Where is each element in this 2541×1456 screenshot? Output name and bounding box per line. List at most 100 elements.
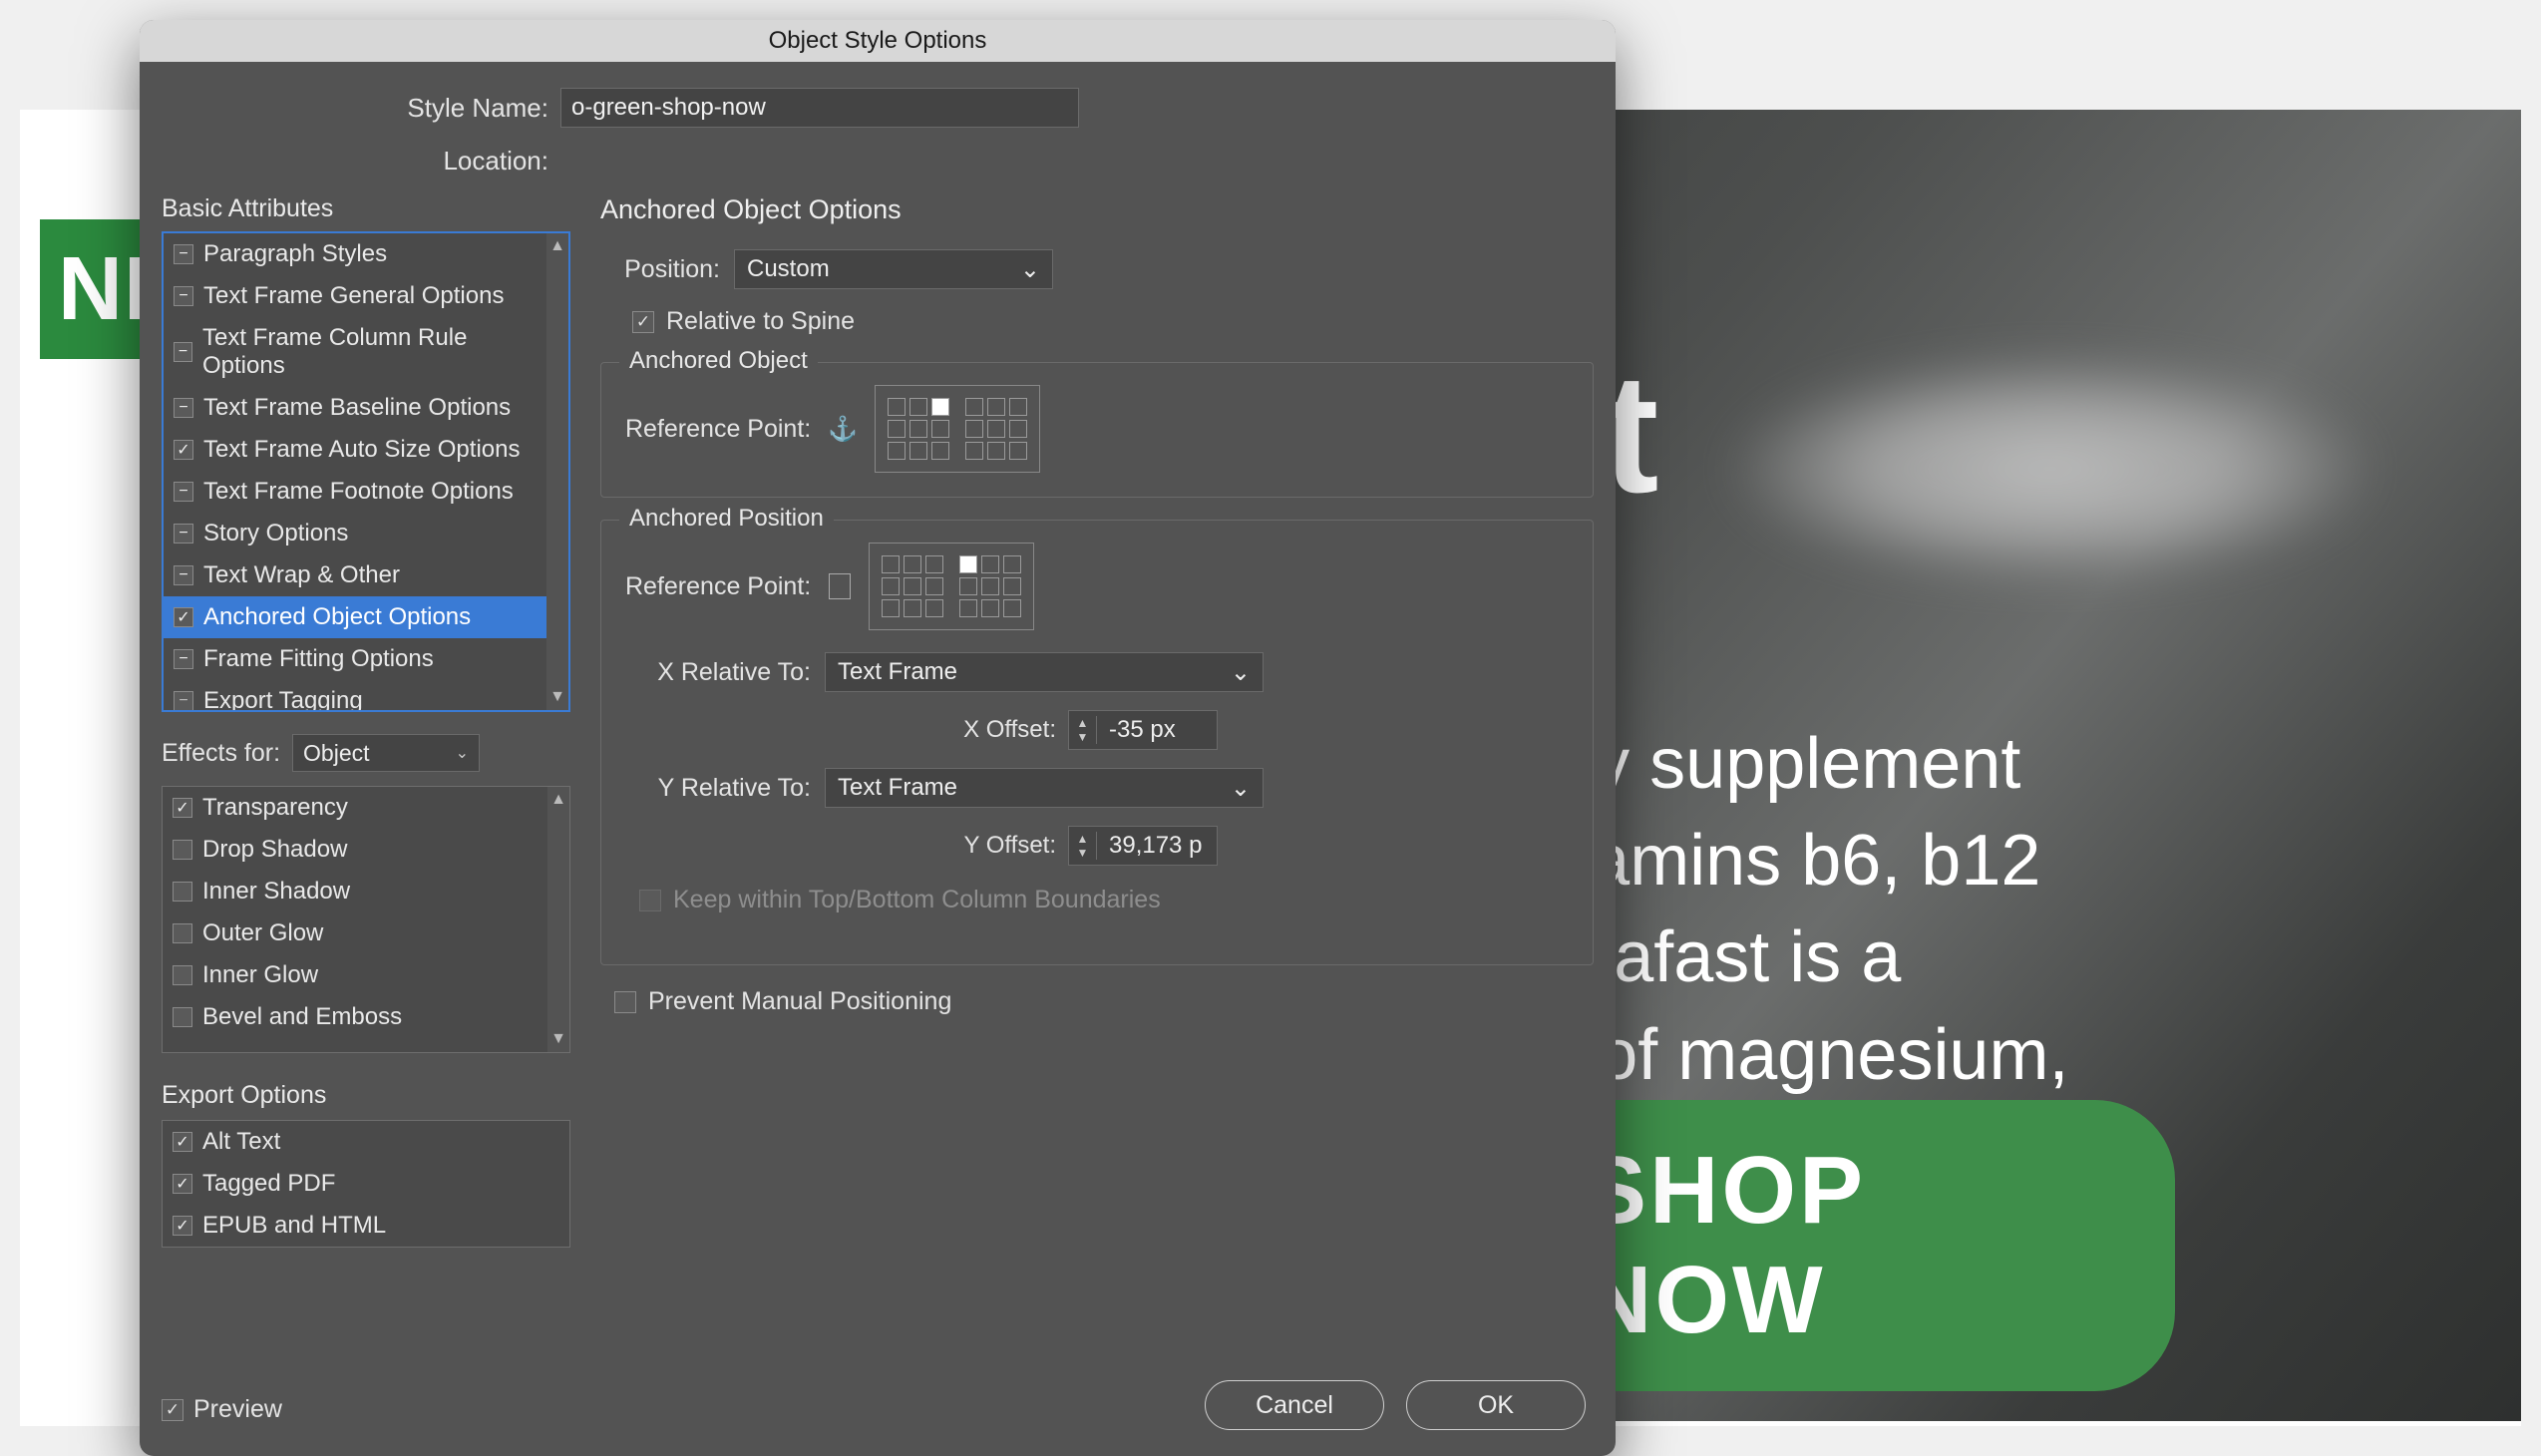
basic-attr-item[interactable]: Text Frame Baseline Options bbox=[164, 387, 546, 429]
basic-attr-item[interactable]: Text Frame Auto Size Options bbox=[164, 429, 546, 471]
basic-attr-item[interactable]: Anchored Object Options bbox=[164, 596, 546, 638]
list-item-label: Text Wrap & Other bbox=[203, 561, 400, 589]
checkbox-icon[interactable] bbox=[174, 607, 193, 627]
chevron-down-icon: ⌄ bbox=[456, 743, 469, 763]
checkbox-icon[interactable] bbox=[174, 286, 193, 306]
checkbox-icon[interactable] bbox=[173, 923, 192, 943]
anchored-object-fieldset: Anchored Object Reference Point: ⚓ bbox=[600, 362, 1594, 498]
checkbox-icon[interactable] bbox=[173, 798, 192, 818]
list-item-label: Text Frame Auto Size Options bbox=[203, 436, 520, 464]
export-option-item[interactable]: EPUB and HTML bbox=[163, 1205, 569, 1247]
checkbox-icon[interactable] bbox=[173, 840, 192, 860]
checkbox-icon[interactable] bbox=[174, 440, 193, 460]
prevent-manual-label: Prevent Manual Positioning bbox=[648, 987, 951, 1016]
checkbox-icon[interactable] bbox=[174, 524, 193, 544]
checkbox-icon[interactable] bbox=[173, 1007, 192, 1027]
relative-to-spine-checkbox[interactable] bbox=[632, 311, 654, 333]
checkbox-icon[interactable] bbox=[173, 1174, 192, 1194]
list-item-label: Inner Shadow bbox=[202, 878, 350, 906]
checkbox-icon[interactable] bbox=[174, 342, 192, 362]
list-item-label: Text Frame General Options bbox=[203, 282, 504, 310]
list-scrollbar[interactable]: ▲ ▼ bbox=[546, 233, 568, 710]
position-value: Custom bbox=[747, 255, 830, 283]
effects-for-dropdown[interactable]: Object ⌄ bbox=[292, 734, 480, 772]
checkbox-icon[interactable] bbox=[173, 965, 192, 985]
effects-item[interactable]: Transparency bbox=[163, 787, 547, 829]
effects-scrollbar[interactable]: ▲ ▼ bbox=[547, 787, 569, 1052]
x-offset-label: X Offset: bbox=[891, 716, 1068, 744]
effects-item[interactable]: Inner Shadow bbox=[163, 871, 547, 912]
effects-item[interactable]: Outer Glow bbox=[163, 912, 547, 954]
page-icon bbox=[829, 573, 851, 599]
chevron-down-icon: ⌄ bbox=[1231, 774, 1251, 803]
stepper-up-icon[interactable]: ▲ bbox=[1069, 716, 1096, 730]
basic-attr-item[interactable]: Text Frame Column Rule Options bbox=[164, 317, 546, 387]
anchored-object-options-heading: Anchored Object Options bbox=[600, 194, 1594, 225]
list-item-label: Text Frame Column Rule Options bbox=[202, 324, 537, 380]
x-relative-value: Text Frame bbox=[838, 658, 957, 686]
position-reference-proxy[interactable] bbox=[869, 543, 1034, 630]
prevent-manual-checkbox[interactable] bbox=[614, 991, 636, 1013]
export-option-item[interactable]: Tagged PDF bbox=[163, 1163, 569, 1205]
x-relative-to-label: X Relative To: bbox=[625, 658, 825, 687]
list-item-label: Text Frame Baseline Options bbox=[203, 394, 511, 422]
preview-checkbox[interactable] bbox=[162, 1399, 183, 1421]
position-select[interactable]: Custom ⌄ bbox=[734, 249, 1053, 289]
export-option-item[interactable]: Alt Text bbox=[163, 1121, 569, 1163]
scroll-down-icon[interactable]: ▼ bbox=[550, 1030, 566, 1048]
basic-attributes-list[interactable]: Paragraph Styles Text Frame General Optio… bbox=[162, 231, 570, 712]
stepper-up-icon[interactable]: ▲ bbox=[1069, 832, 1096, 846]
export-options-list[interactable]: Alt Text Tagged PDF EPUB and HTML bbox=[162, 1120, 570, 1248]
stepper-down-icon[interactable]: ▼ bbox=[1069, 846, 1096, 860]
checkbox-icon[interactable] bbox=[174, 398, 193, 418]
style-name-label: Style Name: bbox=[162, 93, 560, 124]
list-item-label: Outer Glow bbox=[202, 919, 323, 947]
ok-button[interactable]: OK bbox=[1406, 1380, 1586, 1430]
export-options-heading: Export Options bbox=[162, 1081, 570, 1110]
basic-attr-item[interactable]: Text Frame General Options bbox=[164, 275, 546, 317]
checkbox-icon[interactable] bbox=[174, 482, 193, 502]
basic-attr-item[interactable]: Frame Fitting Options bbox=[164, 638, 546, 680]
scroll-down-icon[interactable]: ▼ bbox=[549, 688, 565, 706]
effects-item[interactable]: Drop Shadow bbox=[163, 829, 547, 871]
effects-item[interactable]: Inner Glow bbox=[163, 954, 547, 996]
basic-attr-item[interactable]: Paragraph Styles bbox=[164, 233, 546, 275]
effects-for-value: Object bbox=[303, 740, 369, 767]
checkbox-icon[interactable] bbox=[173, 1132, 192, 1152]
scroll-up-icon[interactable]: ▲ bbox=[549, 237, 565, 255]
checkbox-icon[interactable] bbox=[174, 565, 193, 585]
y-relative-to-select[interactable]: Text Frame ⌄ bbox=[825, 768, 1264, 808]
y-relative-value: Text Frame bbox=[838, 774, 957, 802]
x-offset-input[interactable]: ▲ ▼ -35 px bbox=[1068, 710, 1218, 750]
x-relative-to-select[interactable]: Text Frame ⌄ bbox=[825, 652, 1264, 692]
checkbox-icon[interactable] bbox=[173, 882, 192, 902]
basic-attr-item[interactable]: Export Tagging bbox=[164, 680, 546, 710]
list-item-label: Export Tagging bbox=[203, 687, 363, 710]
checkbox-icon[interactable] bbox=[173, 1216, 192, 1236]
relative-to-spine-label: Relative to Spine bbox=[666, 307, 855, 336]
scroll-up-icon[interactable]: ▲ bbox=[550, 791, 566, 809]
y-relative-to-label: Y Relative To: bbox=[625, 774, 825, 803]
list-item-label: Tagged PDF bbox=[202, 1170, 335, 1198]
reference-point-proxy[interactable] bbox=[875, 385, 1040, 473]
keep-within-label: Keep within Top/Bottom Column Boundaries bbox=[673, 886, 1161, 914]
effects-item[interactable]: Bevel and Emboss bbox=[163, 996, 547, 1038]
checkbox-icon[interactable] bbox=[174, 244, 193, 264]
basic-attr-item[interactable]: Text Frame Footnote Options bbox=[164, 471, 546, 513]
basic-attr-item[interactable]: Story Options bbox=[164, 513, 546, 554]
style-name-input[interactable] bbox=[560, 88, 1079, 128]
list-item-label: Paragraph Styles bbox=[203, 240, 387, 268]
checkbox-icon[interactable] bbox=[174, 691, 193, 710]
effects-list[interactable]: Transparency Drop Shadow Inner Shadow Outer… bbox=[162, 786, 570, 1053]
reference-point-label: Reference Point: bbox=[625, 415, 811, 444]
chevron-down-icon: ⌄ bbox=[1231, 658, 1251, 687]
stepper-down-icon[interactable]: ▼ bbox=[1069, 730, 1096, 744]
anchor-icon: ⚓ bbox=[829, 415, 857, 443]
effects-for-label: Effects for: bbox=[162, 739, 280, 768]
checkbox-icon[interactable] bbox=[174, 649, 193, 669]
anchored-position-legend: Anchored Position bbox=[619, 505, 834, 533]
y-offset-input[interactable]: ▲ ▼ 39,173 p bbox=[1068, 826, 1218, 866]
cancel-button[interactable]: Cancel bbox=[1205, 1380, 1384, 1430]
basic-attr-item[interactable]: Text Wrap & Other bbox=[164, 554, 546, 596]
list-item-label: Transparency bbox=[202, 794, 348, 822]
